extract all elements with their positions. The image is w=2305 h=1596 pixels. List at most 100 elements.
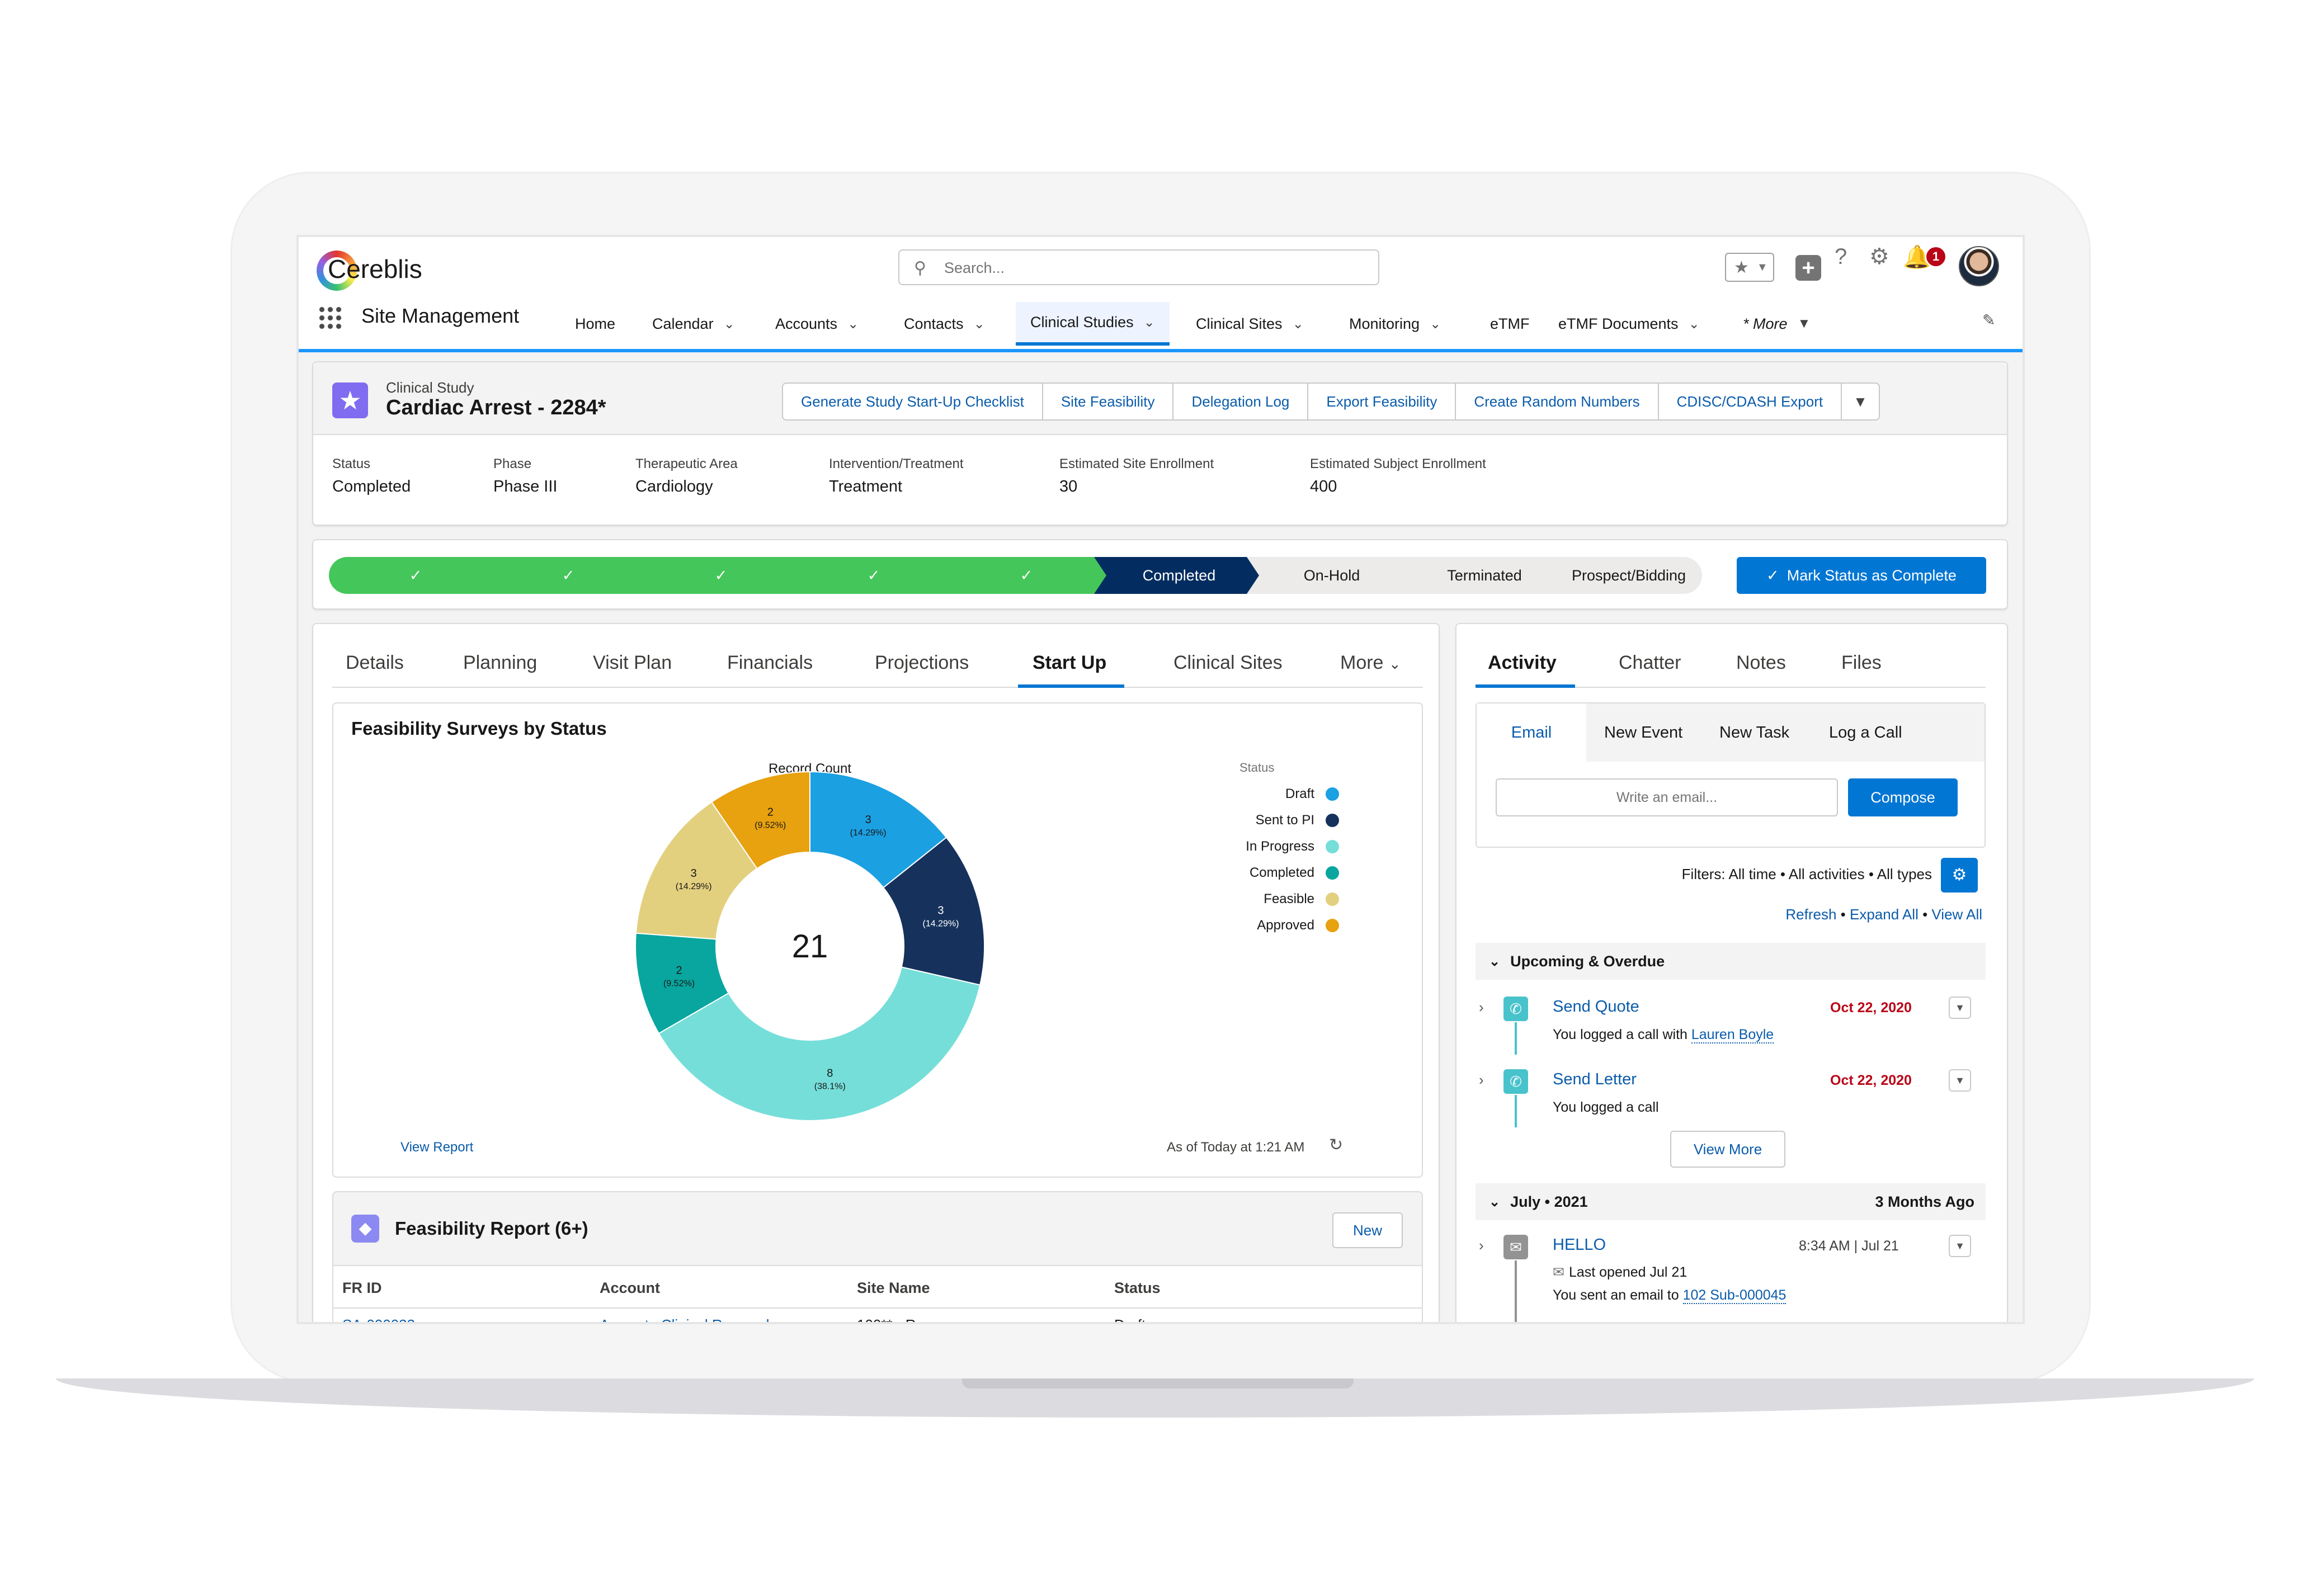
path-step-on-hold[interactable]: On-Hold bbox=[1256, 557, 1407, 594]
expand-chevron-icon[interactable]: › bbox=[1479, 999, 1484, 1016]
tab-files[interactable]: Files bbox=[1841, 652, 1882, 674]
field-status: Status Completed bbox=[332, 456, 411, 496]
tab-notes[interactable]: Notes bbox=[1736, 652, 1786, 674]
view-all-link[interactable]: View All bbox=[1931, 906, 1982, 923]
chevron-down-icon[interactable]: ⌄ bbox=[724, 316, 735, 332]
path-step-completed[interactable]: Completed bbox=[1104, 557, 1255, 594]
expand-chevron-icon[interactable]: › bbox=[1479, 1237, 1484, 1254]
activity-title-send-quote[interactable]: Send Quote bbox=[1553, 998, 1639, 1016]
tab-more[interactable]: More ⌄ bbox=[1340, 652, 1401, 674]
expand-all-link[interactable]: Expand All bbox=[1850, 906, 1919, 923]
contact-link-lauren-boyle[interactable]: Lauren Boyle bbox=[1691, 1027, 1774, 1043]
app-launcher-icon[interactable] bbox=[318, 305, 342, 330]
mark-status-complete-button[interactable]: ✓ Mark Status as Complete bbox=[1737, 557, 1986, 594]
new-report-button[interactable]: New bbox=[1332, 1212, 1403, 1248]
activity-menu-dropdown[interactable]: ▼ bbox=[1949, 1235, 1971, 1257]
export-feasibility-button[interactable]: Export Feasibility bbox=[1308, 384, 1456, 419]
nav-clinical-studies[interactable]: Clinical Studies ⌄ bbox=[1016, 302, 1170, 346]
compose-button[interactable]: Compose bbox=[1848, 778, 1958, 816]
tab-clinical-sites[interactable]: Clinical Sites bbox=[1173, 652, 1283, 674]
edit-nav-pencil-icon[interactable]: ✎ bbox=[1982, 311, 1995, 329]
call-log-icon: ✆ bbox=[1503, 1069, 1528, 1094]
legend-label: Completed bbox=[1249, 865, 1314, 880]
chevron-down-icon[interactable]: ⌄ bbox=[1144, 314, 1155, 330]
favorites-button[interactable]: ★ ▼ bbox=[1725, 253, 1774, 282]
nav-label: eTMF Documents bbox=[1558, 315, 1679, 332]
path-step-1[interactable]: ✓ bbox=[340, 557, 491, 594]
table-header-divider bbox=[333, 1307, 1422, 1309]
tab-details[interactable]: Details bbox=[346, 652, 404, 674]
composer-tab-new-event[interactable]: New Event bbox=[1604, 703, 1682, 762]
tab-visit-plan[interactable]: Visit Plan bbox=[593, 652, 672, 674]
nav-accounts[interactable]: Accounts ⌄ bbox=[775, 302, 859, 346]
cdisc-export-button[interactable]: CDISC/CDASH Export bbox=[1659, 384, 1842, 419]
tab-activity[interactable]: Activity bbox=[1488, 652, 1557, 674]
generate-checklist-button[interactable]: Generate Study Start-Up Checklist bbox=[783, 384, 1043, 419]
global-search[interactable]: ⚲ bbox=[898, 249, 1379, 285]
path-step-2[interactable]: ✓ bbox=[493, 557, 644, 594]
slice-percent-label: (14.29%) bbox=[676, 882, 712, 891]
more-actions-chevron-icon[interactable]: ▼ bbox=[1842, 384, 1879, 419]
subject-link[interactable]: 102 Sub-000045 bbox=[1682, 1287, 1787, 1304]
expand-chevron-icon[interactable]: › bbox=[1479, 1071, 1484, 1089]
column-fr-id[interactable]: FR ID bbox=[342, 1279, 382, 1297]
field-value: Cardiology bbox=[635, 478, 713, 495]
activity-menu-dropdown[interactable]: ▼ bbox=[1949, 997, 1971, 1019]
row-site-name: 100** - Ram bbox=[857, 1316, 936, 1322]
month-section-header[interactable]: ⌄ July • 2021 3 Months Ago bbox=[1476, 1183, 1986, 1220]
slice-percent-label: (14.29%) bbox=[850, 828, 887, 838]
tab-start-up[interactable]: Start Up bbox=[1033, 652, 1106, 674]
caret-down-icon[interactable]: ▼ bbox=[1798, 316, 1811, 332]
chevron-down-icon[interactable]: ⌄ bbox=[1689, 316, 1700, 332]
path-step-prospect-bidding[interactable]: Prospect/Bidding bbox=[1562, 557, 1696, 594]
upcoming-overdue-header[interactable]: ⌄ Upcoming & Overdue bbox=[1476, 943, 1986, 980]
refresh-icon[interactable]: ↻ bbox=[1329, 1135, 1343, 1155]
activity-menu-dropdown[interactable]: ▼ bbox=[1949, 1069, 1971, 1092]
setup-gear-icon[interactable]: ⚙ bbox=[1869, 237, 1889, 276]
row-account[interactable]: Accurate Clinical Research bbox=[600, 1316, 774, 1322]
view-more-button[interactable]: View More bbox=[1670, 1131, 1785, 1168]
site-feasibility-button[interactable]: Site Feasibility bbox=[1043, 384, 1174, 419]
nav-clinical-sites[interactable]: Clinical Sites ⌄ bbox=[1196, 302, 1304, 346]
column-account[interactable]: Account bbox=[600, 1279, 660, 1297]
tab-financials[interactable]: Financials bbox=[727, 652, 813, 674]
path-step-terminated[interactable]: Terminated bbox=[1409, 557, 1560, 594]
write-email-input[interactable] bbox=[1496, 778, 1838, 816]
path-step-5[interactable]: ✓ bbox=[951, 557, 1102, 594]
chevron-down-icon[interactable]: ⌄ bbox=[1430, 316, 1441, 332]
tab-chatter[interactable]: Chatter bbox=[1619, 652, 1681, 674]
path-step-3[interactable]: ✓ bbox=[645, 557, 796, 594]
nav-calendar[interactable]: Calendar ⌄ bbox=[652, 302, 735, 346]
composer-tab-email[interactable]: Email bbox=[1477, 703, 1586, 762]
composer-tab-log-a-call[interactable]: Log a Call bbox=[1829, 703, 1902, 762]
refresh-link[interactable]: Refresh bbox=[1785, 906, 1836, 923]
row-fr-id[interactable]: SA-000033 bbox=[342, 1316, 415, 1322]
column-site-name[interactable]: Site Name bbox=[857, 1279, 930, 1297]
global-actions-add-icon[interactable]: + bbox=[1795, 255, 1821, 281]
column-status[interactable]: Status bbox=[1114, 1279, 1161, 1297]
chevron-down-icon[interactable]: ⌄ bbox=[1293, 316, 1304, 332]
nav-home[interactable]: Home bbox=[575, 302, 615, 346]
nav-monitoring[interactable]: Monitoring ⌄ bbox=[1349, 302, 1441, 346]
section-relative-date: 3 Months Ago bbox=[1875, 1193, 1974, 1210]
composer-tab-new-task[interactable]: New Task bbox=[1719, 703, 1789, 762]
nav-etmf-documents[interactable]: eTMF Documents ⌄ bbox=[1558, 302, 1700, 346]
nav-contacts[interactable]: Contacts ⌄ bbox=[904, 302, 985, 346]
create-random-numbers-button[interactable]: Create Random Numbers bbox=[1456, 384, 1659, 419]
path-step-4[interactable]: ✓ bbox=[798, 557, 949, 594]
tab-planning[interactable]: Planning bbox=[463, 652, 537, 674]
search-input[interactable] bbox=[943, 255, 1359, 281]
chevron-down-icon[interactable]: ⌄ bbox=[974, 316, 985, 332]
nav-etmf[interactable]: eTMF bbox=[1490, 302, 1530, 346]
tab-projections[interactable]: Projections bbox=[875, 652, 969, 674]
filter-gear-icon[interactable]: ⚙ bbox=[1941, 858, 1978, 893]
activity-title-send-letter[interactable]: Send Letter bbox=[1553, 1070, 1637, 1089]
section-title: July • 2021 bbox=[1510, 1193, 1588, 1210]
view-report-link[interactable]: View Report bbox=[400, 1140, 473, 1155]
chevron-down-icon[interactable]: ⌄ bbox=[847, 316, 859, 332]
user-avatar[interactable] bbox=[1959, 246, 1999, 286]
nav-more[interactable]: * More ▼ bbox=[1743, 302, 1811, 346]
activity-title-hello[interactable]: HELLO bbox=[1553, 1236, 1606, 1254]
help-icon[interactable]: ? bbox=[1835, 237, 1847, 276]
delegation-log-button[interactable]: Delegation Log bbox=[1173, 384, 1309, 419]
